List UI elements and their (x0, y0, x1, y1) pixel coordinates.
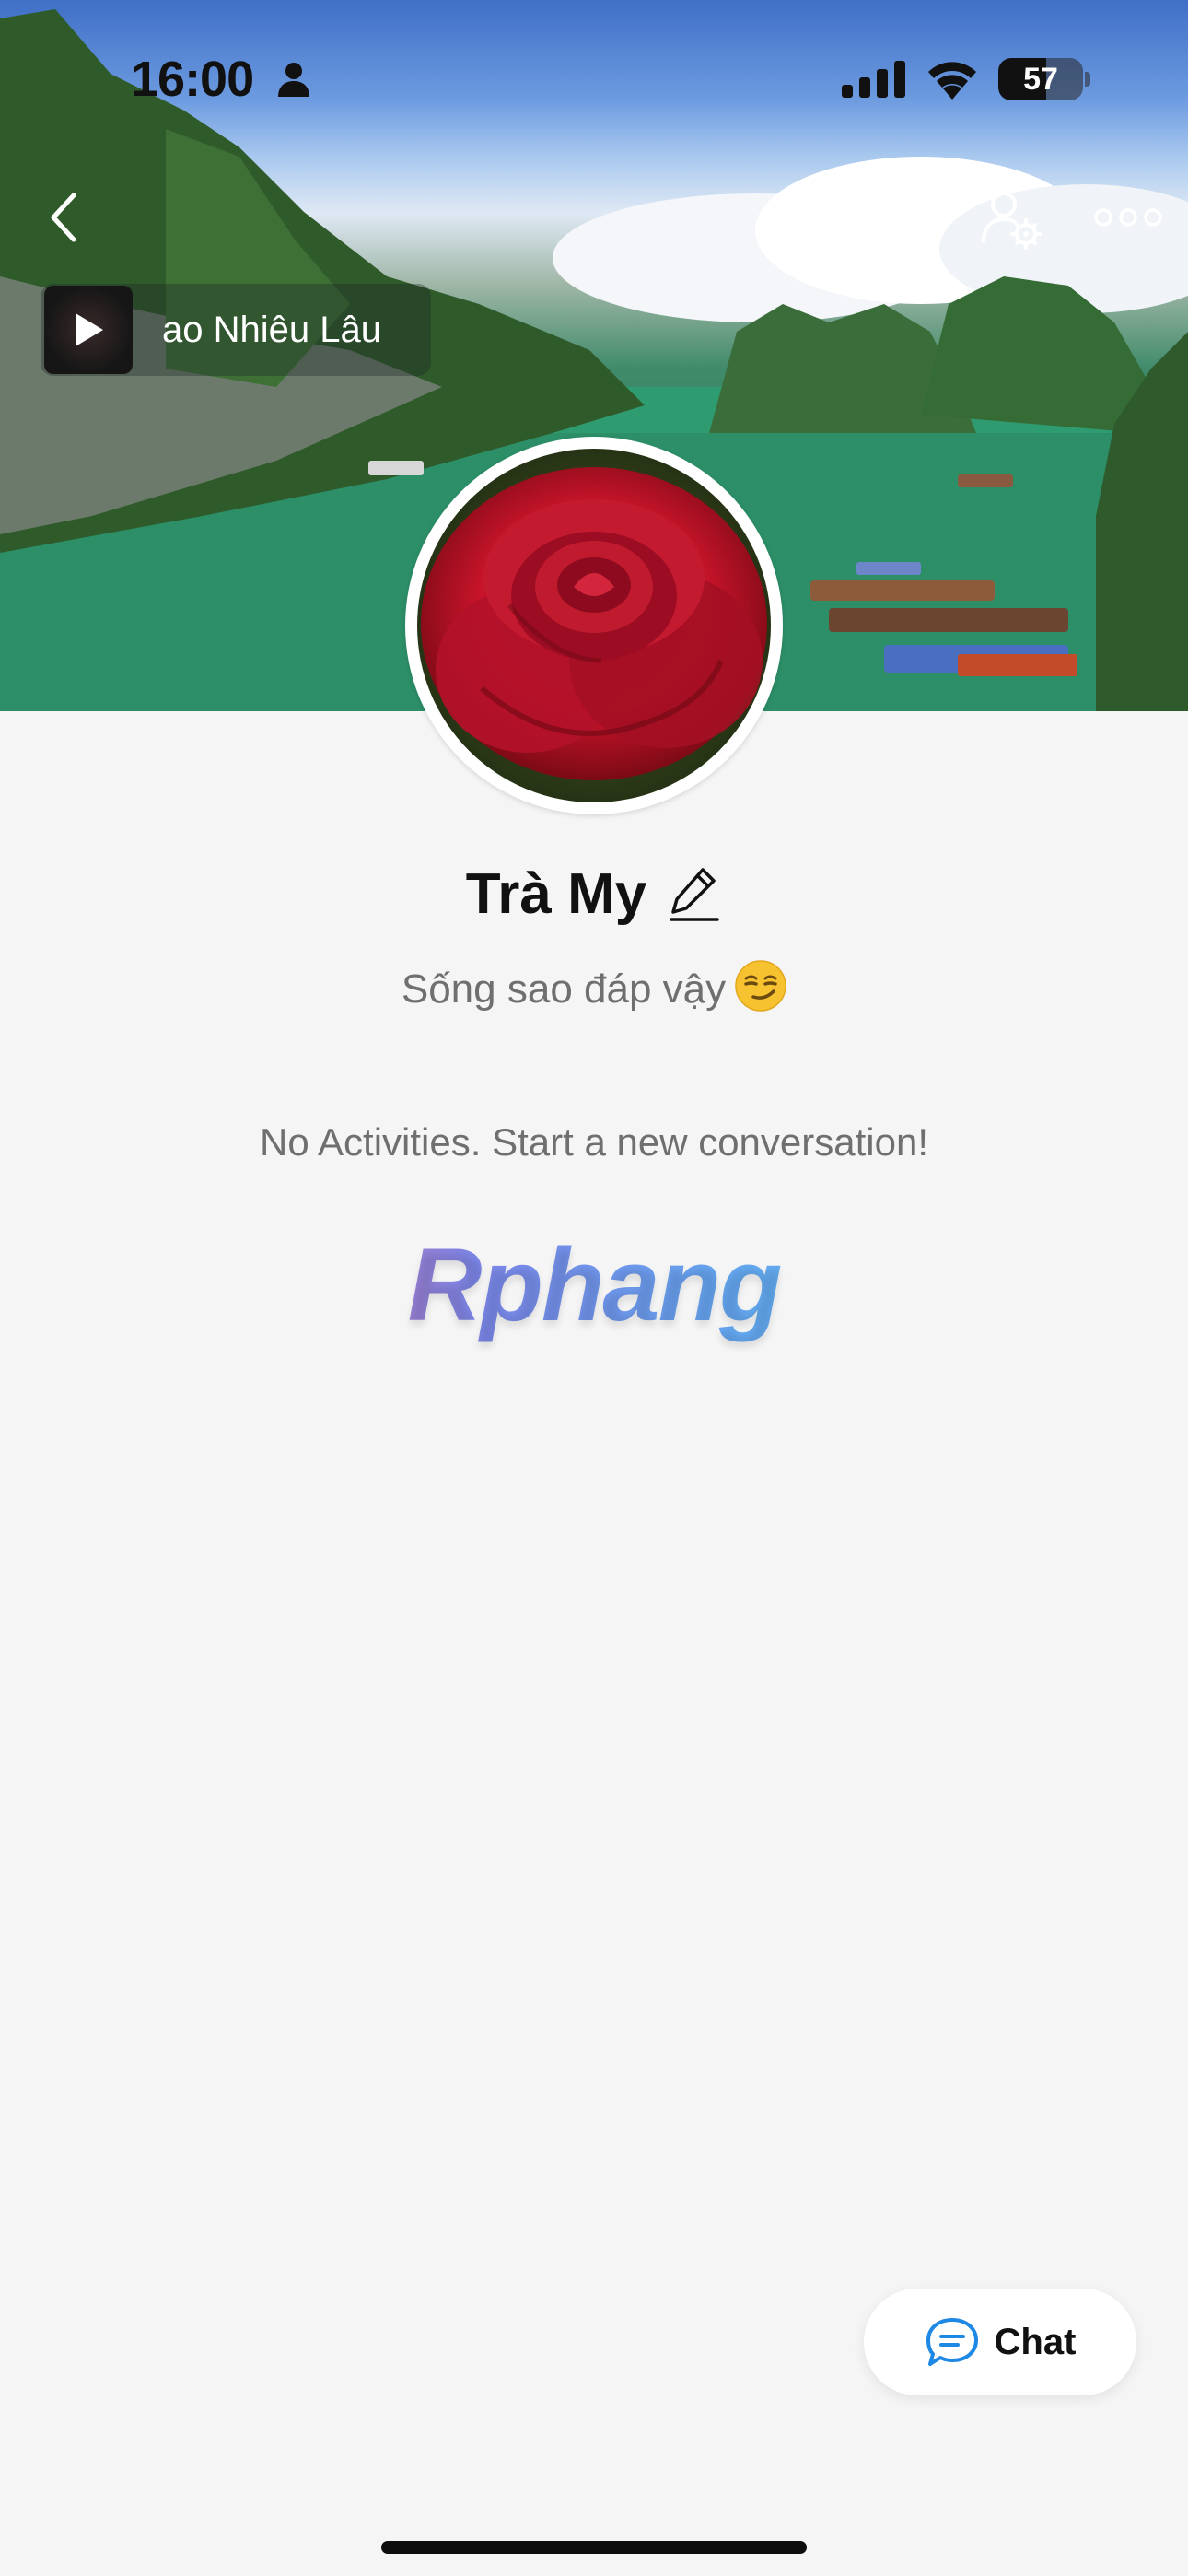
pencil-icon (670, 868, 719, 921)
chat-bubble-icon (926, 2318, 978, 2366)
empty-activity-message: No Activities. Start a new conversation! (260, 1120, 928, 1164)
battery-level: 57 (1023, 62, 1058, 97)
profile-status-text: Sống sao đáp vậy (401, 966, 727, 1012)
chat-button-label: Chat (994, 2321, 1077, 2362)
battery-icon: 57 (998, 58, 1083, 100)
status-time: 16:00 (131, 52, 254, 107)
person-icon (276, 61, 311, 102)
watermark-logo: Rphang (0, 1225, 1188, 1344)
profile-avatar[interactable] (405, 437, 783, 814)
profile-status: Sống sao đáp vậy (0, 960, 1188, 1022)
more-horizontal-icon (1094, 208, 1162, 227)
play-icon (72, 311, 105, 353)
chat-button[interactable]: Chat (864, 2289, 1136, 2395)
call-button[interactable] (847, 181, 923, 256)
edit-name-button[interactable] (667, 863, 722, 924)
rose-avatar-image (417, 449, 771, 802)
status-bar: 16:00 57 (0, 0, 1188, 157)
chevron-left-icon (51, 193, 76, 242)
profile-name: Trà My (465, 861, 647, 926)
home-indicator[interactable] (381, 2541, 807, 2554)
battery-tip (1085, 72, 1090, 87)
profile-name-row: Trà My (0, 857, 1188, 931)
profile-music-player[interactable]: ao Nhiêu Lâu (41, 284, 431, 376)
cellular-signal-icon (842, 61, 906, 102)
music-title: ao Nhiêu Lâu (162, 310, 381, 350)
smirk-emoji (735, 960, 786, 1022)
profile-settings-button[interactable] (973, 181, 1052, 260)
back-button[interactable] (28, 181, 101, 254)
user-settings-icon (982, 192, 1042, 250)
wifi-icon (925, 57, 980, 104)
more-options-button[interactable] (1087, 184, 1170, 251)
phone-icon (858, 192, 913, 245)
music-cover-thumbnail (44, 286, 133, 374)
